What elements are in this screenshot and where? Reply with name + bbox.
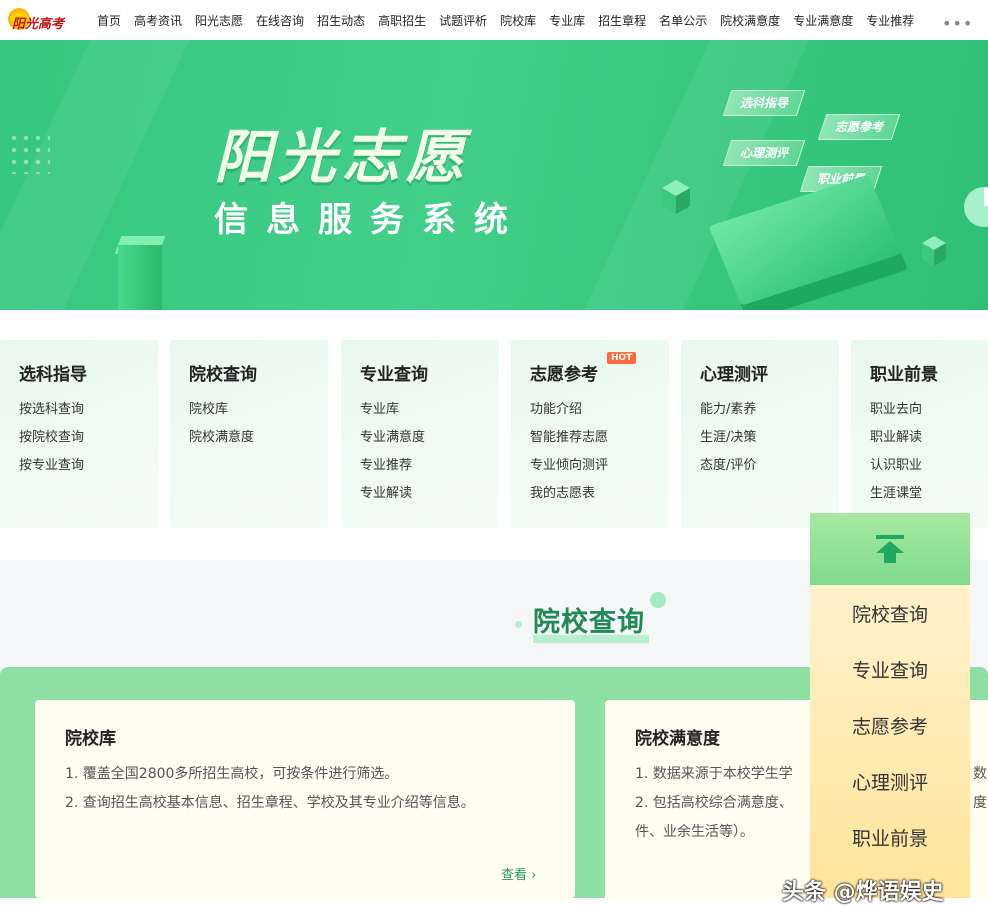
info-card-college-db: 院校库 1. 覆盖全国2800多所招生高校，可按条件进行筛选。 2. 查询招生高… [35, 700, 575, 898]
quick-nav-psych[interactable]: 心理测评 [810, 768, 970, 795]
nav-item-major-recommend[interactable]: 专业推荐 [866, 12, 914, 29]
nav-menu: 首页 高考资讯 阳光志愿 在线咨询 招生动态 高职招生 试题评析 院校库 专业库… [97, 0, 927, 40]
card-title[interactable]: 志愿参考 [530, 360, 598, 385]
info-card-line: 2. 包括高校综合满意度、 [635, 795, 793, 811]
card-link[interactable]: 按院校查询 [19, 428, 84, 456]
logo-text: 阳光高考 [12, 17, 65, 32]
card-link[interactable]: 生涯/决策 [700, 428, 756, 456]
banner-tag-subject: 选科指导 [722, 90, 806, 116]
info-card-title: 院校库 [65, 724, 116, 751]
isometric-slab-decoration [708, 174, 902, 306]
info-card-title: 院校满意度 [635, 724, 720, 751]
chevron-right-icon: › [531, 868, 537, 883]
card-career-outlook: 职业前景 职业去向 职业解读 认识职业 生涯课堂 [851, 340, 988, 528]
banner-tag-psych: 心理测评 [722, 140, 806, 166]
card-link[interactable]: 功能介绍 [530, 400, 608, 428]
floating-quick-nav: 院校查询 专业查询 志愿参考 心理测评 职业前景 [810, 513, 970, 898]
card-link[interactable]: 认识职业 [870, 456, 922, 484]
card-psych-test: 心理测评 能力/素养 生涯/决策 态度/评价 [681, 340, 839, 528]
nav-item-college-satisfaction[interactable]: 院校满意度 [720, 12, 780, 29]
nav-item-consult[interactable]: 在线咨询 [256, 12, 304, 29]
hot-badge: HOT [607, 352, 637, 364]
arrow-up-icon [876, 535, 904, 563]
nav-item-regulations[interactable]: 招生章程 [598, 12, 646, 29]
card-link[interactable]: 智能推荐志愿 [530, 428, 608, 456]
banner-subtitle: 信息服务系统 [214, 200, 526, 240]
quick-nav-major-query[interactable]: 专业查询 [810, 656, 970, 683]
card-link[interactable]: 专业倾向测评 [530, 456, 608, 484]
cube-decoration [662, 180, 690, 214]
card-title[interactable]: 选科指导 [19, 360, 87, 385]
card-title[interactable]: 院校查询 [189, 360, 257, 385]
card-link[interactable]: 按选科查询 [19, 400, 84, 428]
info-card-line: 2. 查询招生高校基本信息、招生章程、学校及其专业介绍等信息。 [65, 795, 475, 811]
card-link[interactable]: 职业去向 [870, 400, 922, 428]
nav-item-home[interactable]: 首页 [97, 12, 121, 29]
site-logo[interactable]: 阳光高考 [2, 4, 74, 36]
info-card-line: 件、业余生活等）。 [635, 824, 754, 840]
hero-banner: 阳光志愿 信息服务系统 选科指导 志愿参考 心理测评 职业前景 [0, 40, 988, 310]
info-card-line-overflow: 数 [973, 766, 987, 782]
dots-decoration [8, 132, 50, 174]
nav-item-exam-review[interactable]: 试题评析 [439, 12, 487, 29]
card-link[interactable]: 院校库 [189, 400, 254, 428]
pie-decoration [964, 187, 988, 227]
nav-item-colleges[interactable]: 院校库 [500, 12, 536, 29]
nav-item-news[interactable]: 高考资讯 [134, 12, 182, 29]
card-volunteer-reference: 志愿参考 HOT 功能介绍 智能推荐志愿 专业倾向测评 我的志愿表 [511, 340, 669, 528]
card-title[interactable]: 职业前景 [870, 360, 938, 385]
more-icon[interactable]: ••• [942, 14, 973, 33]
pillar-decoration [118, 245, 162, 310]
quick-nav-career[interactable]: 职业前景 [810, 824, 970, 851]
card-college-query: 院校查询 院校库 院校满意度 [170, 340, 328, 528]
bubble-decoration [515, 621, 522, 628]
card-link[interactable]: 能力/素养 [700, 400, 756, 428]
nav-item-majors[interactable]: 专业库 [549, 12, 585, 29]
quick-nav-college-query[interactable]: 院校查询 [810, 600, 970, 627]
top-nav: 阳光高考 首页 高考资讯 阳光志愿 在线咨询 招生动态 高职招生 试题评析 院校… [0, 0, 988, 41]
card-title[interactable]: 专业查询 [360, 360, 428, 385]
card-title[interactable]: 心理测评 [700, 360, 768, 385]
banner-tag-volunteer: 志愿参考 [817, 114, 901, 140]
card-link[interactable]: 专业推荐 [360, 456, 425, 484]
quick-nav-volunteer[interactable]: 志愿参考 [810, 712, 970, 739]
section-title: 院校查询 [533, 607, 645, 638]
nav-item-major-satisfaction[interactable]: 专业满意度 [793, 12, 853, 29]
info-card-line: 1. 数据来源于本校学生学 [635, 766, 793, 782]
watermark: 头条 @烨语娱史 [782, 880, 944, 905]
nav-item-vocational[interactable]: 高职招生 [378, 12, 426, 29]
card-link[interactable]: 专业解读 [360, 484, 425, 512]
banner-title: 阳光志愿 [214, 123, 471, 191]
card-link[interactable]: 态度/评价 [700, 456, 756, 484]
card-link[interactable]: 我的志愿表 [530, 484, 608, 512]
card-subject-guide: 选科指导 按选科查询 按院校查询 按专业查询 [0, 340, 158, 528]
card-link[interactable]: 专业满意度 [360, 428, 425, 456]
card-link[interactable]: 生涯课堂 [870, 484, 922, 512]
cube-decoration [922, 236, 946, 266]
nav-item-admission-news[interactable]: 招生动态 [317, 12, 365, 29]
card-link[interactable]: 专业库 [360, 400, 425, 428]
view-link[interactable]: 查看 › [501, 864, 536, 883]
card-link[interactable]: 院校满意度 [189, 428, 254, 456]
nav-item-lists[interactable]: 名单公示 [659, 12, 707, 29]
card-link[interactable]: 职业解读 [870, 428, 922, 456]
card-major-query: 专业查询 专业库 专业满意度 专业推荐 专业解读 [341, 340, 499, 528]
bubble-decoration [650, 592, 666, 608]
back-to-top-button[interactable] [810, 513, 970, 585]
info-card-line-overflow: 度 [973, 795, 987, 811]
card-link[interactable]: 按专业查询 [19, 456, 84, 484]
info-card-line: 1. 覆盖全国2800多所招生高校，可按条件进行筛选。 [65, 766, 399, 782]
nav-item-volunteer[interactable]: 阳光志愿 [195, 12, 243, 29]
category-cards: 选科指导 按选科查询 按院校查询 按专业查询 院校查询 院校库 院校满意度 专业… [0, 340, 988, 528]
